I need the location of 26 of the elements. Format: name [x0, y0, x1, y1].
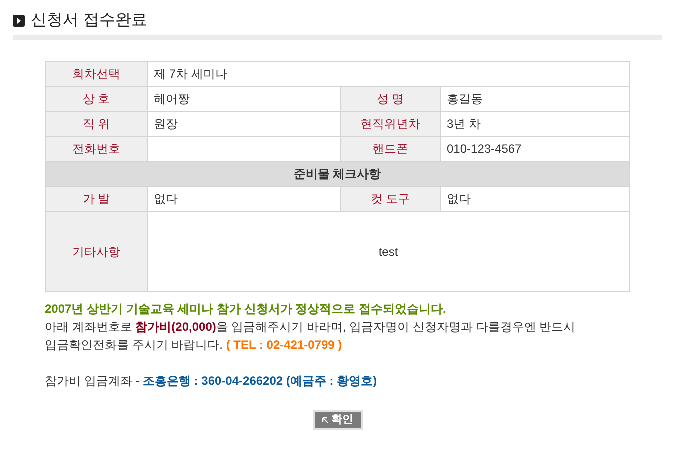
field-value: 헤어짱	[148, 86, 340, 112]
deposit-instructions: 아래 계좌번호로 참가비(20,000)을 입금해주시기 바라며, 입금자명이 신청자명과 다를경우엔 반드시 입금확인전화를 주시기 바랍니다. ( TEL : 02-421-0799 )	[45, 319, 577, 354]
field-label: 전화번호	[46, 136, 148, 162]
field-label: 성 명	[340, 86, 440, 112]
field-value: 제 7차 세미나	[148, 62, 630, 86]
deposit-account-info: 참가비 입금계좌 - 조흥은행 : 360-04-266202 (예금주 : 황영호)	[45, 373, 378, 390]
field-label: 상 호	[46, 86, 148, 112]
field-label: 핸드폰	[340, 136, 440, 162]
field-label: 컷 도구	[340, 186, 440, 212]
field-label: 회차선택	[46, 62, 148, 86]
field-label: 직 위	[46, 112, 148, 136]
confirmation-message: 2007년 상반기 기술교육 세미나 참가 신청서가 정상적으로 접수되었습니다.	[45, 301, 448, 318]
field-value: 3년 차	[440, 112, 630, 136]
arrow-bullet-icon	[13, 15, 25, 27]
field-value: test	[148, 212, 630, 292]
field-label: 현직위년차	[340, 112, 440, 136]
field-value: 원장	[148, 112, 340, 136]
confirm-button[interactable]: 확인	[312, 410, 362, 430]
field-value: 없다	[148, 186, 340, 212]
field-value: 없다	[440, 186, 630, 212]
field-value: 홍길동	[440, 86, 630, 112]
arrow-icon	[322, 416, 328, 424]
field-label: 가 발	[46, 186, 148, 212]
page-title: 신청서 접수완료	[31, 11, 148, 31]
section-header: 준비물 체크사항	[46, 162, 630, 186]
field-label: 기타사항	[46, 212, 148, 292]
